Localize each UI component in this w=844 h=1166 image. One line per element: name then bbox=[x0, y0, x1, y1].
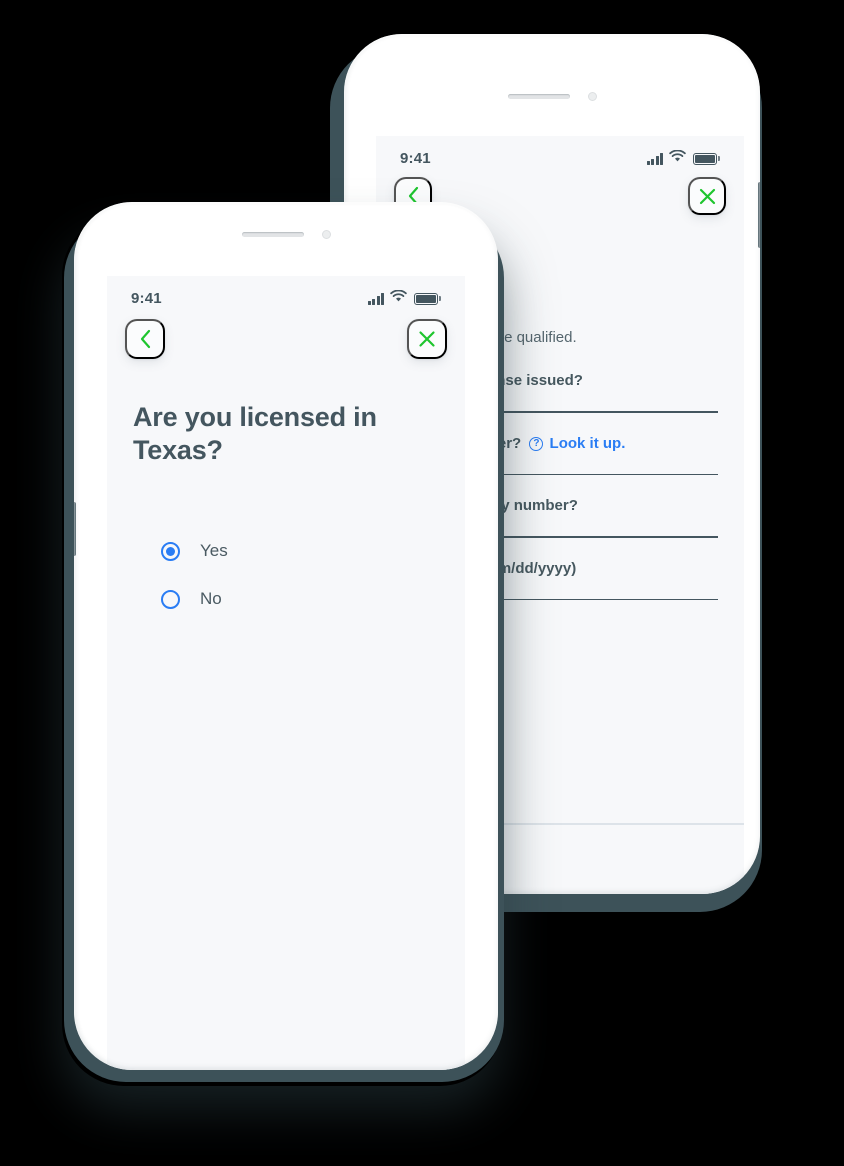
screenshot-stage: 9:41 qualified. issued? ? Look it up. nu… bbox=[0, 0, 844, 1166]
back-status-icons bbox=[646, 149, 720, 167]
front-phone-close-button[interactable] bbox=[407, 319, 447, 359]
front-phone-notch bbox=[74, 230, 498, 239]
licensed-radio-group: Yes No bbox=[133, 541, 439, 609]
front-status-icons bbox=[367, 289, 441, 307]
cellular-signal-icon bbox=[646, 152, 663, 165]
front-camera-icon bbox=[587, 92, 597, 101]
radio-no-indicator[interactable] bbox=[161, 589, 180, 609]
front-phone-side-button[interactable] bbox=[74, 502, 76, 556]
front-status-bar: 9:41 bbox=[107, 276, 465, 307]
radio-no-label: No bbox=[200, 589, 222, 608]
earpiece-speaker-icon bbox=[241, 232, 304, 237]
battery-full-icon bbox=[414, 292, 441, 305]
back-status-bar: 9:41 bbox=[376, 136, 744, 167]
radio-yes-dot bbox=[166, 546, 175, 556]
earpiece-speaker-icon bbox=[507, 94, 570, 99]
front-status-time: 9:41 bbox=[131, 290, 162, 307]
front-nav-row bbox=[107, 307, 465, 359]
look-it-up-link[interactable]: Look it up. bbox=[550, 435, 626, 452]
back-phone-side-button[interactable] bbox=[758, 182, 760, 248]
radio-yes-indicator[interactable] bbox=[161, 541, 180, 561]
back-status-time: 9:41 bbox=[400, 150, 431, 167]
cellular-signal-icon bbox=[367, 292, 384, 305]
front-phone-screen: 9:41 Are you licensed in Texas? Yes No bbox=[107, 276, 465, 1070]
chevron-left-icon bbox=[140, 329, 150, 349]
radio-option-no[interactable]: No bbox=[161, 589, 439, 609]
back-phone-notch bbox=[344, 92, 760, 101]
front-phone-device: 9:41 Are you licensed in Texas? Yes No bbox=[74, 202, 498, 1070]
wifi-icon bbox=[390, 289, 407, 307]
back-phone-close-button[interactable] bbox=[688, 177, 726, 215]
radio-yes-label: Yes bbox=[200, 541, 228, 560]
front-camera-icon bbox=[321, 230, 331, 239]
question-circle-icon[interactable]: ? bbox=[529, 436, 544, 451]
close-x-icon bbox=[419, 331, 435, 347]
close-x-icon bbox=[699, 188, 715, 204]
radio-option-yes[interactable]: Yes bbox=[161, 541, 439, 561]
wifi-icon bbox=[669, 149, 686, 167]
front-phone-content: Are you licensed in Texas? Yes No bbox=[107, 359, 465, 1070]
battery-full-icon bbox=[693, 152, 720, 165]
front-phone-headline: Are you licensed in Texas? bbox=[133, 402, 377, 465]
front-phone-back-button[interactable] bbox=[125, 319, 165, 359]
